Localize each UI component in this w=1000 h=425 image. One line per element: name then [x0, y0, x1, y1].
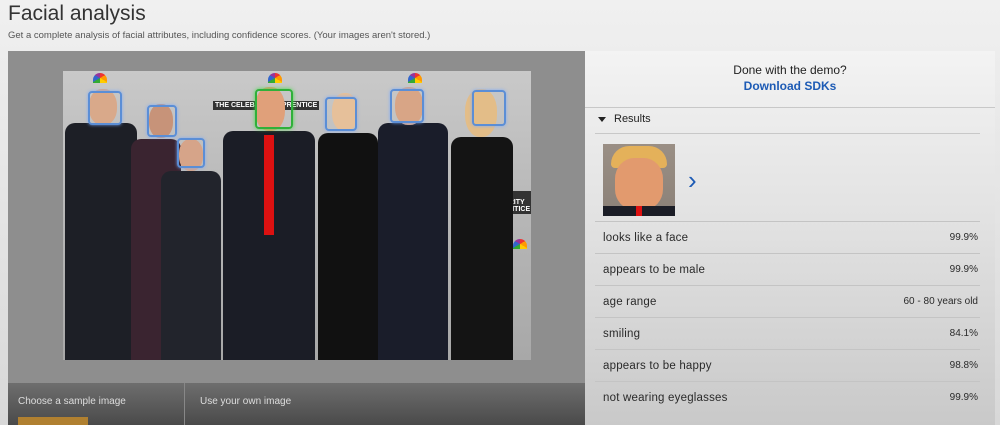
demo-done-text: Done with the demo?: [733, 63, 847, 77]
face-box[interactable]: [472, 90, 506, 126]
use-own-image-label[interactable]: Use your own image: [200, 396, 291, 407]
face-box-selected[interactable]: [255, 89, 293, 129]
face-box[interactable]: [88, 91, 122, 125]
face-box[interactable]: [325, 97, 357, 131]
results-label: Results: [614, 113, 651, 125]
analyzed-photo: THE CELEBRITY APPRENTICE THE CELEBRITY A…: [63, 71, 531, 360]
face-box[interactable]: [177, 138, 205, 168]
page-subtitle: Get a complete analysis of facial attrib…: [8, 30, 431, 41]
face-box[interactable]: [147, 105, 177, 137]
attribute-row: age range 60 - 80 years old: [595, 285, 980, 317]
nbc-logo-icon: [268, 73, 282, 83]
results-panel: Done with the demo? Download SDKs Result…: [585, 51, 995, 425]
divider: [184, 383, 185, 425]
nbc-logo-icon: [513, 239, 527, 249]
image-panel: THE CELEBRITY APPRENTICE THE CELEBRITY A…: [8, 51, 585, 383]
attribute-row: not wearing eyeglasses 99.9%: [595, 381, 980, 413]
download-sdks-link[interactable]: Download SDKs: [585, 79, 995, 93]
selected-face-thumbnail: [603, 144, 675, 216]
attribute-row: appears to be male 99.9%: [595, 253, 980, 285]
divider: [585, 107, 995, 108]
nbc-logo-icon: [408, 73, 422, 83]
divider: [595, 133, 980, 134]
face-box[interactable]: [390, 89, 424, 123]
nbc-logo-icon: [93, 73, 107, 83]
results-toggle[interactable]: Results: [598, 113, 651, 125]
page-title: Facial analysis: [8, 2, 146, 25]
attribute-row: smiling 84.1%: [595, 317, 980, 349]
choose-sample-label[interactable]: Choose a sample image: [18, 396, 126, 407]
caret-down-icon: [598, 116, 606, 122]
attribute-row: looks like a face 99.9%: [595, 221, 980, 253]
chevron-right-icon[interactable]: ›: [688, 167, 697, 193]
sample-images-bar: Choose a sample image Use your own image: [8, 383, 585, 425]
attribute-row: appears to be happy 98.8%: [595, 349, 980, 381]
sample-thumbnail[interactable]: [18, 417, 88, 425]
